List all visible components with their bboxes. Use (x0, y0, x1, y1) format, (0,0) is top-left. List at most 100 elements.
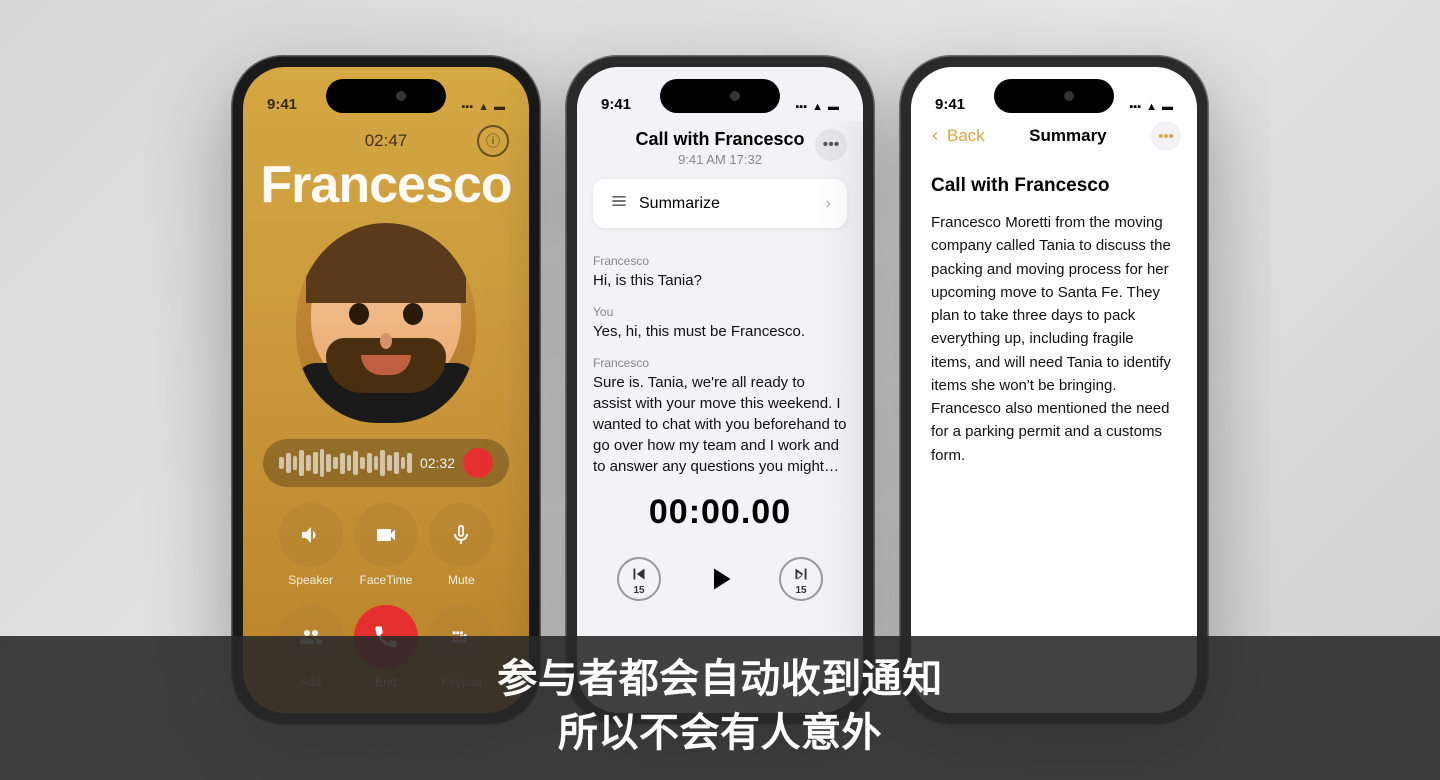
status-time-3: 9:41 (935, 96, 965, 113)
camera-dot-1 (396, 91, 406, 101)
signal-icon-2: ▪▪▪ (795, 101, 807, 113)
play-button[interactable] (693, 552, 747, 606)
info-button[interactable]: ⓘ (477, 125, 509, 157)
waveform-bar: 02:32 (263, 439, 509, 487)
summarize-label: Summarize (639, 195, 720, 213)
wave-bar (353, 451, 358, 475)
transcript-speaker-1: Francesco (593, 254, 847, 268)
summary-body: Call with Francesco Francesco Moretti fr… (911, 163, 1197, 479)
facetime-icon (354, 503, 418, 567)
summary-nav: Back Summary ••• (911, 121, 1197, 163)
subtitle-line-1: 参与者都会自动收到通知 (40, 652, 1400, 706)
signal-icon-3: ▪▪▪ (1129, 101, 1141, 113)
transcript-text-3: Sure is. Tania, we're all ready to assis… (593, 372, 847, 477)
phone-2-screen: 9:41 ▪▪▪ ▲ ▬ Call with Francesco 9:41 AM… (577, 67, 863, 713)
wave-bar (374, 456, 379, 470)
memoji-hair (306, 223, 466, 303)
memoji-eye-right (403, 303, 423, 325)
wave-bar (306, 455, 311, 472)
skip-forward-label: 15 (795, 585, 806, 596)
waveform-visual (279, 449, 412, 477)
phone-1-screen: 9:41 ▪▪▪ ▲ ▬ ⓘ 02:47 Francesco (243, 67, 529, 713)
wave-bar (387, 455, 392, 472)
speaker-label: Speaker (288, 573, 333, 587)
facetime-button[interactable]: FaceTime (354, 503, 418, 587)
status-time-1: 9:41 (267, 96, 297, 113)
playback-time: 00:00.00 (593, 493, 847, 532)
wave-bar (299, 450, 304, 475)
memoji-container (243, 223, 529, 423)
skip-back-label: 15 (633, 585, 644, 596)
phone-3-shell: 9:41 ▪▪▪ ▲ ▬ Back Summary ••• (899, 55, 1209, 725)
wave-bar (401, 457, 406, 470)
wave-bar (286, 453, 291, 473)
summary-nav-title: Summary (1029, 126, 1106, 146)
mute-label: Mute (448, 573, 475, 587)
status-icons-2: ▪▪▪ ▲ ▬ (795, 101, 839, 113)
camera-dot-2 (730, 91, 740, 101)
wave-bar (326, 454, 331, 472)
speaker-button[interactable]: Speaker (279, 503, 343, 587)
call-screen: 9:41 ▪▪▪ ▲ ▬ ⓘ 02:47 Francesco (243, 67, 529, 713)
wave-bar (367, 453, 372, 473)
wave-bar (333, 457, 338, 470)
wifi-icon-1: ▲ (478, 101, 489, 113)
wave-bar (340, 453, 345, 474)
dynamic-island-3 (994, 79, 1114, 113)
summary-more-button[interactable]: ••• (1151, 121, 1181, 151)
transcript-text-2: Yes, hi, this must be Francesco. (593, 321, 847, 342)
phone-2-shell: 9:41 ▪▪▪ ▲ ▬ Call with Francesco 9:41 AM… (565, 55, 875, 725)
caller-name: Francesco (243, 155, 529, 215)
chevron-right-icon: › (826, 195, 831, 213)
wave-bar (347, 455, 352, 470)
signal-icon-1: ▪▪▪ (461, 101, 473, 113)
wave-bar (394, 452, 399, 474)
dynamic-island-1 (326, 79, 446, 113)
skip-forward-button[interactable]: 15 (779, 557, 823, 601)
wave-bar (279, 457, 284, 468)
summary-call-title: Call with Francesco (931, 175, 1177, 197)
more-button-2[interactable]: ••• (815, 129, 847, 161)
battery-icon-1: ▬ (494, 101, 505, 113)
memoji-face (306, 223, 466, 403)
summary-text: Francesco Moretti from the moving compan… (931, 211, 1177, 467)
transcript-speaker-3: Francesco (593, 356, 847, 370)
transcript-subtitle: 9:41 AM 17:32 (593, 152, 847, 167)
back-button[interactable]: Back (927, 126, 985, 146)
summary-screen: 9:41 ▪▪▪ ▲ ▬ Back Summary ••• (911, 67, 1197, 713)
status-time-2: 9:41 (601, 96, 631, 113)
wave-bar (293, 456, 298, 470)
phone-1-shell: 9:41 ▪▪▪ ▲ ▬ ⓘ 02:47 Francesco (231, 55, 541, 725)
playback-controls: 15 15 (593, 552, 847, 606)
transcript-screen: 9:41 ▪▪▪ ▲ ▬ Call with Francesco 9:41 AM… (577, 67, 863, 713)
mute-button[interactable]: Mute (429, 503, 493, 587)
record-button[interactable] (463, 448, 493, 478)
subtitle-line-2: 所以不会有人意外 (40, 706, 1400, 760)
memoji (296, 223, 476, 423)
status-icons-3: ▪▪▪ ▲ ▬ (1129, 101, 1173, 113)
wave-bar (380, 450, 385, 477)
subtitle-overlay: 参与者都会自动收到通知 所以不会有人意外 (0, 636, 1440, 780)
facetime-label: FaceTime (360, 573, 413, 587)
wave-bar (313, 452, 318, 474)
battery-icon-3: ▬ (1162, 101, 1173, 113)
summarize-row[interactable]: Summarize › (593, 179, 847, 228)
call-controls-row-1: Speaker FaceTime Mute (243, 503, 529, 587)
battery-icon-2: ▬ (828, 101, 839, 113)
wave-bar (360, 457, 365, 468)
camera-dot-3 (1064, 91, 1074, 101)
waveform-timer: 02:32 (420, 455, 455, 471)
wifi-icon-3: ▲ (1146, 101, 1157, 113)
playback-section: 00:00.00 15 15 (577, 477, 863, 622)
summarize-left: Summarize (609, 191, 720, 216)
transcript-title: Call with Francesco (593, 129, 847, 150)
speaker-icon (279, 503, 343, 567)
wifi-icon-2: ▲ (812, 101, 823, 113)
phone-3-screen: 9:41 ▪▪▪ ▲ ▬ Back Summary ••• (911, 67, 1197, 713)
status-icons-1: ▪▪▪ ▲ ▬ (461, 101, 505, 113)
wave-bar (320, 449, 325, 477)
memoji-nose (380, 333, 392, 349)
skip-back-button[interactable]: 15 (617, 557, 661, 601)
dynamic-island-2 (660, 79, 780, 113)
transcript-text-1: Hi, is this Tania? (593, 270, 847, 291)
